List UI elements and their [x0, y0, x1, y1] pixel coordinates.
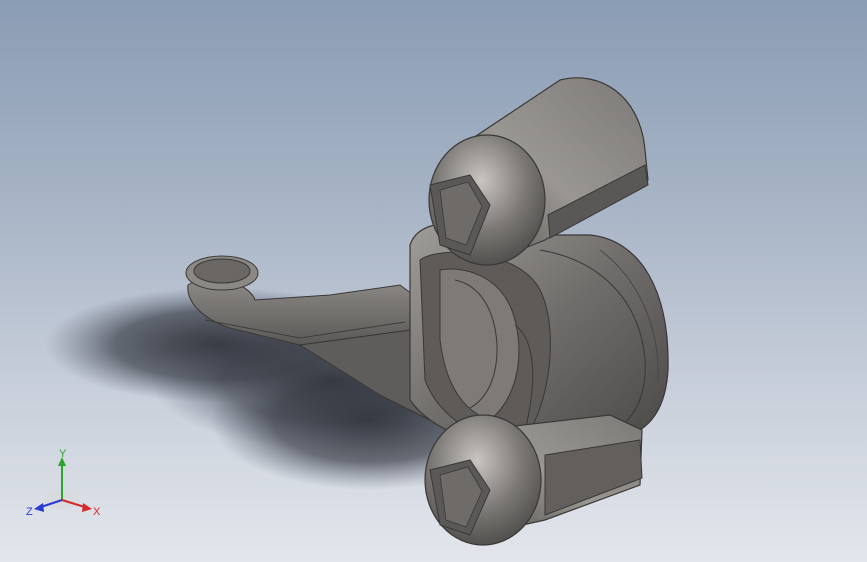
knuckle-body[interactable] — [409, 222, 669, 451]
y-axis-label: Y — [59, 448, 67, 460]
steering-knuckle-model[interactable] — [0, 0, 867, 562]
lower-boss[interactable] — [424, 414, 643, 546]
z-axis-arrow — [34, 503, 44, 512]
upper-boss[interactable] — [428, 77, 649, 266]
x-axis-arrow — [82, 503, 92, 512]
graphics-viewport[interactable]: Y X Z — [0, 0, 867, 562]
orientation-triad[interactable]: Y X Z — [22, 448, 112, 528]
x-axis-label: X — [93, 506, 101, 518]
z-axis-label: Z — [26, 506, 33, 518]
